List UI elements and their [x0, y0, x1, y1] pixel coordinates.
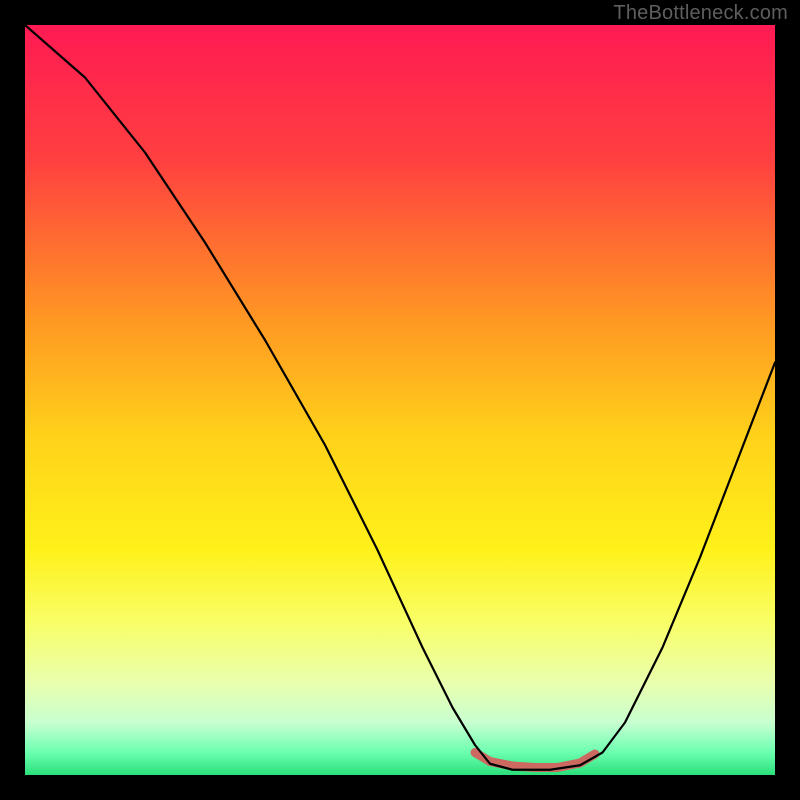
gradient-background: [25, 25, 775, 775]
plot-area: [25, 25, 775, 775]
watermark-text: TheBottleneck.com: [613, 2, 788, 25]
chart-svg: [25, 25, 775, 775]
chart-frame: TheBottleneck.com: [0, 0, 800, 800]
